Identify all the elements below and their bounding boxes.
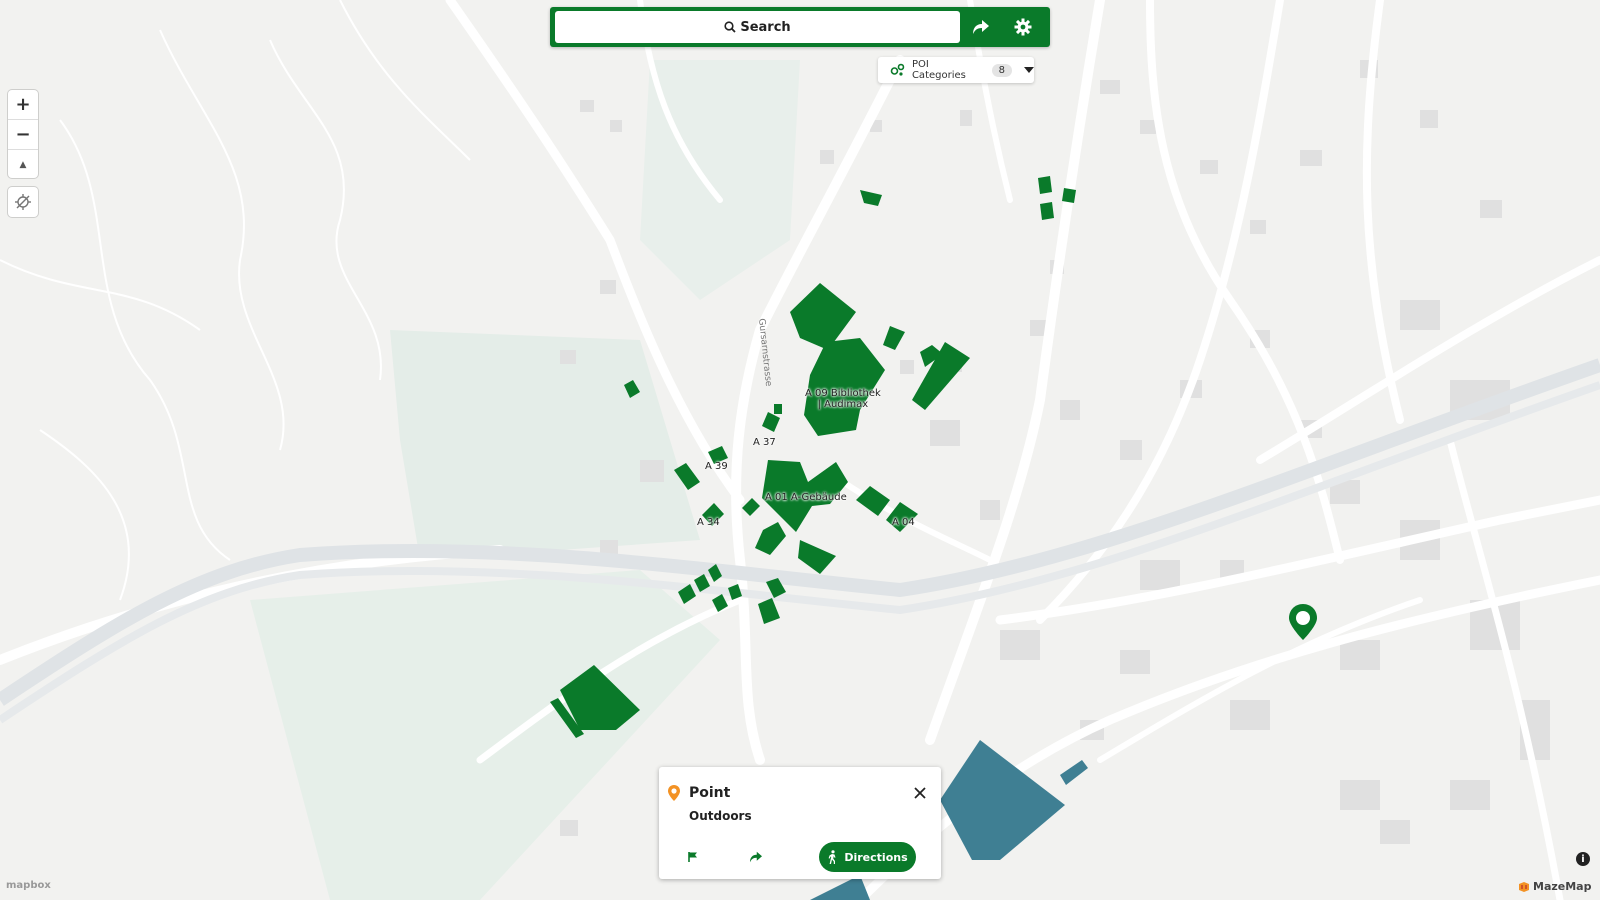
mazemap-logo[interactable]: MazeMap [1518,880,1591,893]
map-label-a39[interactable]: A 39 [705,461,728,472]
map-label-a04[interactable]: A 04 [892,517,915,528]
zoom-in-button[interactable]: + [8,90,38,120]
share-button[interactable] [960,7,1002,47]
map-label-a09-line1: A 09 Bibliothek [805,388,881,399]
poi-count-badge: 8 [991,63,1013,77]
directions-label: Directions [844,850,908,864]
map-label-a34[interactable]: A 34 [697,517,720,528]
zoom-controls: + − ▲ [8,90,38,178]
search-button[interactable]: Search [555,11,960,43]
compass-icon: ▲ [19,159,27,170]
close-icon[interactable] [913,786,927,800]
point-subtitle: Outdoors [689,809,752,823]
compass-button[interactable]: ▲ [8,150,38,179]
chevron-down-icon [1024,67,1034,73]
poi-categories-dropdown[interactable]: POI Categories 8 [878,57,1034,83]
share-arrow-icon[interactable] [749,851,763,863]
zoom-out-button[interactable]: − [8,120,38,150]
point-info-card: Point Outdoors Directions [659,767,941,879]
map-canvas[interactable] [0,0,1600,900]
map-label-a37[interactable]: A 37 [753,437,776,448]
poi-categories-label: POI Categories [911,59,966,81]
point-title: Point [689,785,731,801]
map-label-a09[interactable]: A 09 Bibliothek | Audimax [805,388,881,410]
top-toolbar: Search [550,7,1050,47]
settings-button[interactable] [1002,7,1044,47]
search-icon [724,21,736,33]
map-label-a09-line2: | Audimax [817,399,869,410]
mazemap-label: MazeMap [1533,880,1592,893]
map-label-a01[interactable]: A 01 A-Gebäude [765,492,847,503]
geolocate-button[interactable] [8,187,38,217]
flag-icon[interactable] [687,851,699,863]
geolocate-icon [15,194,31,210]
poi-categories-icon [890,63,905,76]
location-marker-icon[interactable] [1287,602,1319,642]
search-label: Search [740,19,791,35]
walking-person-icon [828,850,836,864]
mapbox-attribution[interactable]: mapbox [6,880,51,891]
info-icon[interactable]: i [1576,852,1590,866]
share-arrow-icon [973,20,989,34]
gear-icon [1014,18,1032,36]
directions-button[interactable]: Directions [819,842,916,872]
mazemap-logo-icon [1519,881,1529,892]
point-pin-icon [668,785,680,801]
